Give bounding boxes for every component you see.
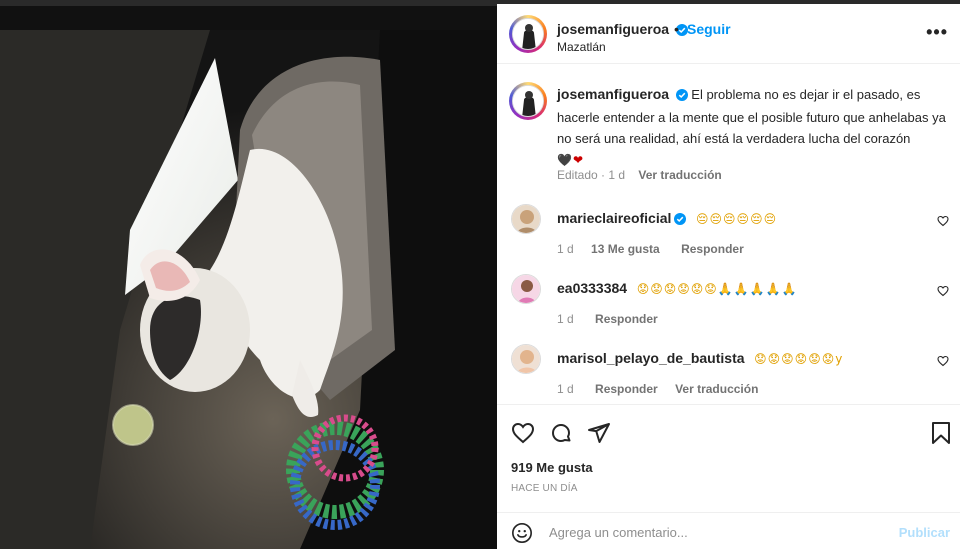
comment-username[interactable]: marisol_pelayo_de_bautista — [557, 350, 745, 366]
post-details-panel: josemanfigueroa • Seguir Mazatlán ••• jo… — [497, 4, 960, 549]
comment-avatar[interactable] — [511, 274, 541, 304]
comment-text: 😔😔😔😔😔😔 — [696, 212, 778, 226]
comment-body: marieclaireoficial 😔😔😔😔😔😔 — [557, 210, 777, 228]
comment-reply-button[interactable]: Responder — [681, 242, 744, 256]
comment-item: marisol_pelayo_de_bautista 😟😟😟😟😟😟y 1 d R… — [509, 344, 949, 400]
comment-reply-button[interactable]: Responder — [595, 312, 658, 326]
emoji-picker-icon[interactable] — [511, 522, 533, 549]
more-options-icon[interactable]: ••• — [926, 22, 948, 43]
comment-input[interactable] — [549, 521, 889, 543]
author-avatar-image — [512, 18, 544, 50]
author-avatar[interactable] — [509, 15, 547, 53]
comment-age: 1 d — [557, 242, 574, 256]
follow-button[interactable]: Seguir — [687, 21, 731, 37]
comment-like-heart-icon[interactable] — [937, 354, 949, 372]
post-location[interactable]: Mazatlán — [557, 40, 606, 54]
comment-text: 😟😟😟😟😟😟🙏🙏🙏🙏🙏 — [636, 282, 798, 296]
caption-verified-icon — [675, 86, 688, 107]
comment-avatar[interactable] — [511, 204, 541, 234]
comment-age: 1 d — [557, 312, 574, 326]
comment-meta: 1 d Responder — [557, 312, 658, 326]
post-media[interactable] — [0, 30, 497, 549]
like-heart-icon[interactable] — [511, 421, 535, 450]
comment-reply-button[interactable]: Responder — [595, 382, 658, 396]
caption-username[interactable]: josemanfigueroa — [557, 86, 669, 102]
post-time: HACE UN DÍA — [511, 483, 578, 494]
comment-text: 😟😟😟😟😟😟y — [754, 352, 844, 366]
author-name-row: josemanfigueroa — [557, 21, 689, 41]
author-username[interactable]: josemanfigueroa — [557, 21, 669, 37]
caption-translate-link[interactable]: Ver traducción — [638, 168, 721, 182]
comment-bubble-icon[interactable] — [549, 421, 573, 450]
comment-username[interactable]: ea0333384 — [557, 280, 627, 296]
caption-meta: Editado · 1 d Ver traducción — [557, 168, 722, 182]
comment-item: ea0333384 😟😟😟😟😟😟🙏🙏🙏🙏🙏 1 d Responder — [509, 274, 949, 330]
comment-body: marisol_pelayo_de_bautista 😟😟😟😟😟😟y — [557, 350, 843, 366]
caption-avatar-image — [512, 85, 544, 117]
add-comment-bar: Publicar — [497, 512, 960, 549]
comment-avatar[interactable] — [511, 344, 541, 374]
comment-like-heart-icon[interactable] — [937, 284, 949, 302]
comment-meta: 1 d 13 Me gusta Responder — [557, 242, 744, 256]
caption-text-block: josemanfigueroa El problema no es dejar … — [557, 84, 947, 171]
caption-author-avatar[interactable] — [509, 82, 547, 120]
comment-age: 1 d — [557, 382, 574, 396]
comment-username[interactable]: marieclaireoficial — [557, 210, 671, 226]
likes-count[interactable]: 919 Me gusta — [511, 460, 593, 475]
comment-like-heart-icon[interactable] — [937, 214, 949, 232]
post-header: josemanfigueroa • Seguir Mazatlán ••• — [497, 4, 960, 64]
comment-meta: 1 d Responder Ver traducción — [557, 382, 758, 396]
post-actions: 919 Me gusta HACE UN DÍA Publicar — [497, 404, 960, 549]
comment-translate-link[interactable]: Ver traducción — [675, 382, 758, 396]
caption-emojis: 🖤❤ — [557, 153, 584, 167]
header-separator: • — [674, 21, 679, 37]
publish-button[interactable]: Publicar — [899, 525, 950, 540]
post-photo-dog — [0, 30, 497, 549]
share-paper-plane-icon[interactable] — [587, 421, 611, 450]
comment-likes[interactable]: 13 Me gusta — [591, 242, 660, 256]
caption-edited: Editado · 1 d — [557, 168, 626, 182]
save-bookmark-icon[interactable] — [930, 421, 952, 450]
comment-item: marieclaireoficial 😔😔😔😔😔😔 1 d 13 Me gust… — [509, 204, 949, 260]
comment-body: ea0333384 😟😟😟😟😟😟🙏🙏🙏🙏🙏 — [557, 280, 797, 296]
comment-verified-icon — [674, 213, 687, 228]
